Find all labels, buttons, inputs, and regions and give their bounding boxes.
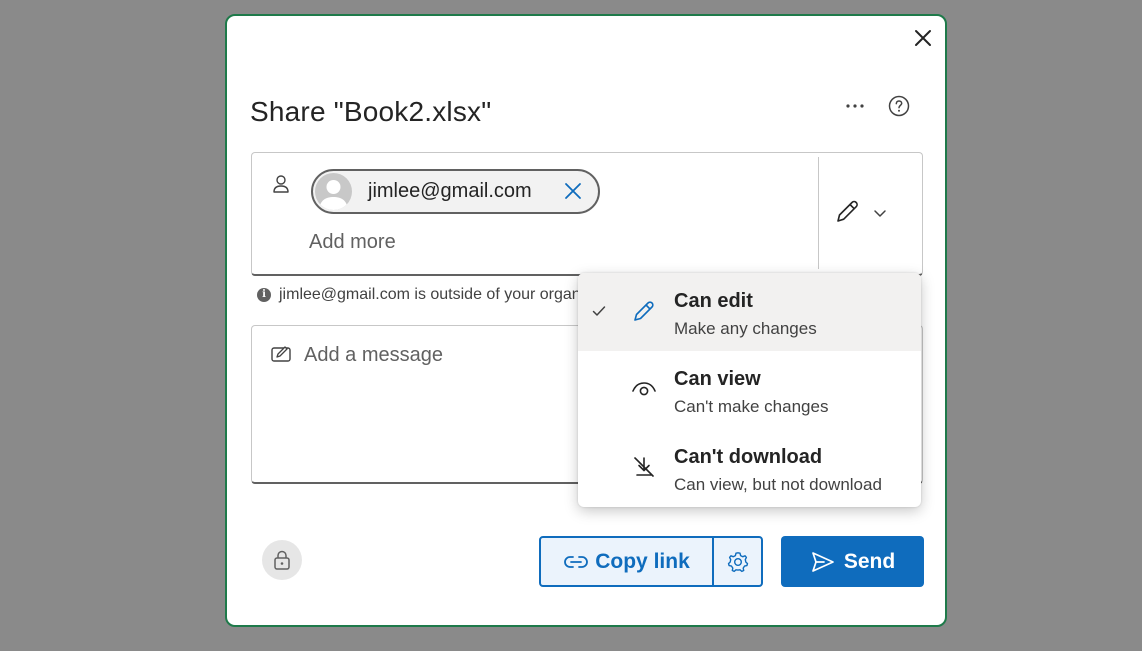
- help-button[interactable]: [887, 94, 911, 118]
- add-more-input[interactable]: [309, 231, 559, 254]
- chevron-down-icon: [874, 210, 886, 217]
- remove-recipient-button[interactable]: [561, 179, 585, 203]
- pencil-icon: [634, 301, 654, 321]
- lock-icon: [274, 550, 290, 570]
- help-icon: [888, 95, 910, 117]
- menu-item-description: Can view, but not download: [674, 475, 882, 494]
- divider: [818, 157, 819, 269]
- menu-item-description: Can't make changes: [674, 397, 829, 416]
- more-options-button[interactable]: [843, 94, 867, 118]
- menu-item-can-view[interactable]: Can view Can't make changes: [578, 351, 921, 429]
- recipient-chip[interactable]: jimlee@gmail.com: [311, 169, 600, 214]
- send-label: Send: [843, 549, 896, 573]
- copy-link-label: Copy link: [595, 549, 690, 573]
- no-download-icon: [634, 457, 654, 477]
- copy-link-group: Copy link: [539, 536, 763, 587]
- close-icon: [915, 30, 931, 46]
- checkmark-icon: [592, 306, 606, 316]
- close-button[interactable]: [910, 25, 936, 51]
- link-icon: [564, 555, 589, 568]
- copy-link-button[interactable]: Copy link: [541, 538, 714, 585]
- gear-icon: [727, 551, 748, 572]
- menu-item-can-edit[interactable]: Can edit Make any changes: [578, 273, 921, 351]
- menu-item-title: Can view: [674, 368, 761, 390]
- compose-icon: [270, 343, 292, 365]
- external-warning: i jimlee@gmail.com is outside of your or…: [257, 286, 582, 304]
- permission-menu: Can edit Make any changes Can view Can't…: [578, 273, 921, 507]
- person-icon: [270, 173, 292, 195]
- pencil-icon: [837, 200, 858, 222]
- send-icon: [811, 551, 834, 572]
- warning-text: jimlee@gmail.com is outside of your orga…: [279, 286, 582, 303]
- eye-icon: [632, 382, 656, 396]
- menu-item-title: Can edit: [674, 290, 753, 312]
- menu-item-cant-download[interactable]: Can't download Can view, but not downloa…: [578, 429, 921, 507]
- send-button[interactable]: Send: [781, 536, 924, 587]
- close-icon: [565, 183, 581, 199]
- dialog-title: Share "Book2.xlsx": [250, 96, 492, 127]
- link-settings-button[interactable]: [714, 538, 761, 585]
- recipient-email: jimlee@gmail.com: [368, 180, 532, 202]
- recipients-field[interactable]: jimlee@gmail.com: [251, 152, 923, 276]
- more-icon: [846, 104, 864, 108]
- menu-item-description: Make any changes: [674, 319, 817, 338]
- info-icon: i: [257, 288, 271, 302]
- permission-dropdown-button[interactable]: [832, 193, 912, 233]
- menu-item-title: Can't download: [674, 446, 823, 468]
- link-lock-button[interactable]: [262, 540, 302, 580]
- avatar: [315, 173, 352, 210]
